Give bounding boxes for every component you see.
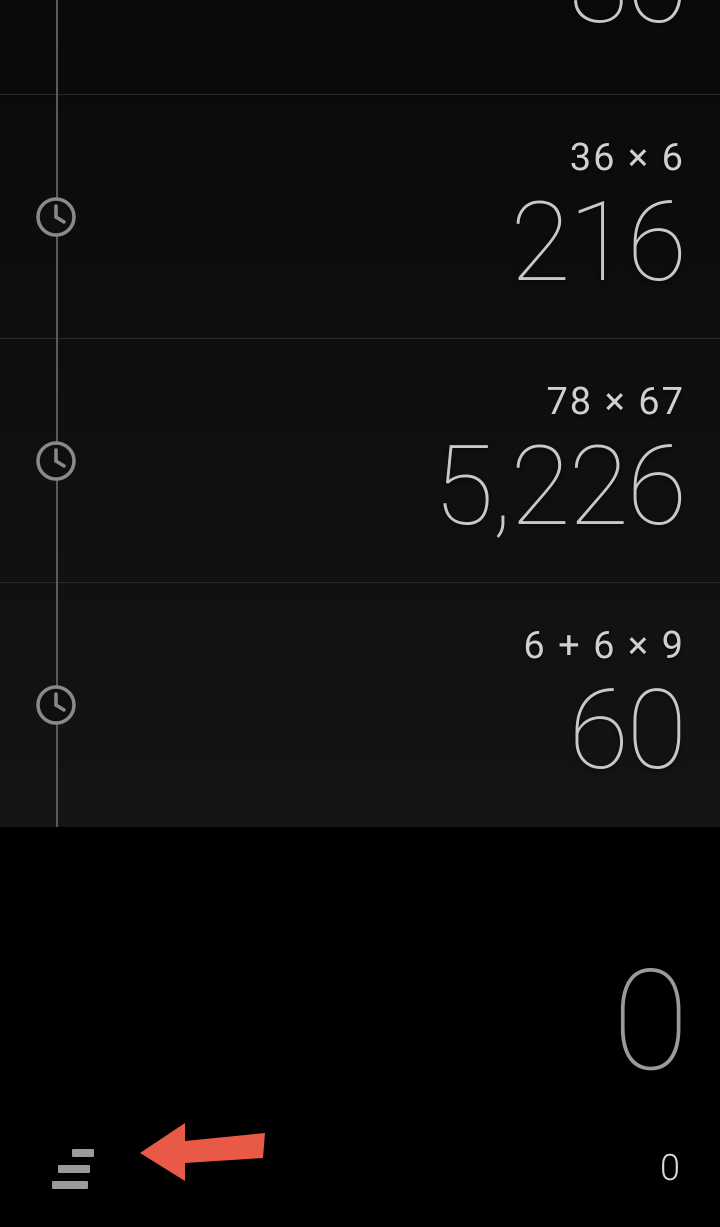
clock-icon — [35, 684, 77, 726]
history-expression: 78 × 67 — [546, 380, 685, 424]
clock-icon — [35, 196, 77, 238]
history-toggle-button[interactable] — [52, 1149, 104, 1193]
history-item[interactable]: 36 × 6 216 — [0, 95, 720, 339]
calculator-input-area: 0 0 — [0, 827, 720, 1227]
history-expression: 6 + 6 × 9 — [523, 624, 685, 668]
calculation-history: 36 36 × 6 216 78 × 67 5,226 6 + 6 × 9 60 — [0, 0, 720, 827]
history-result: 216 — [510, 188, 685, 298]
history-item[interactable]: 36 — [0, 0, 720, 95]
preview-value: 0 — [660, 1147, 680, 1189]
history-expression: 36 × 6 — [570, 136, 685, 180]
current-display: 0 — [612, 952, 685, 1092]
history-item[interactable]: 78 × 67 5,226 — [0, 339, 720, 583]
history-result: 60 — [569, 676, 685, 786]
history-result: 5,226 — [434, 432, 685, 542]
clock-icon — [35, 440, 77, 482]
history-result: 36 — [569, 0, 685, 40]
history-item[interactable]: 6 + 6 × 9 60 — [0, 583, 720, 827]
